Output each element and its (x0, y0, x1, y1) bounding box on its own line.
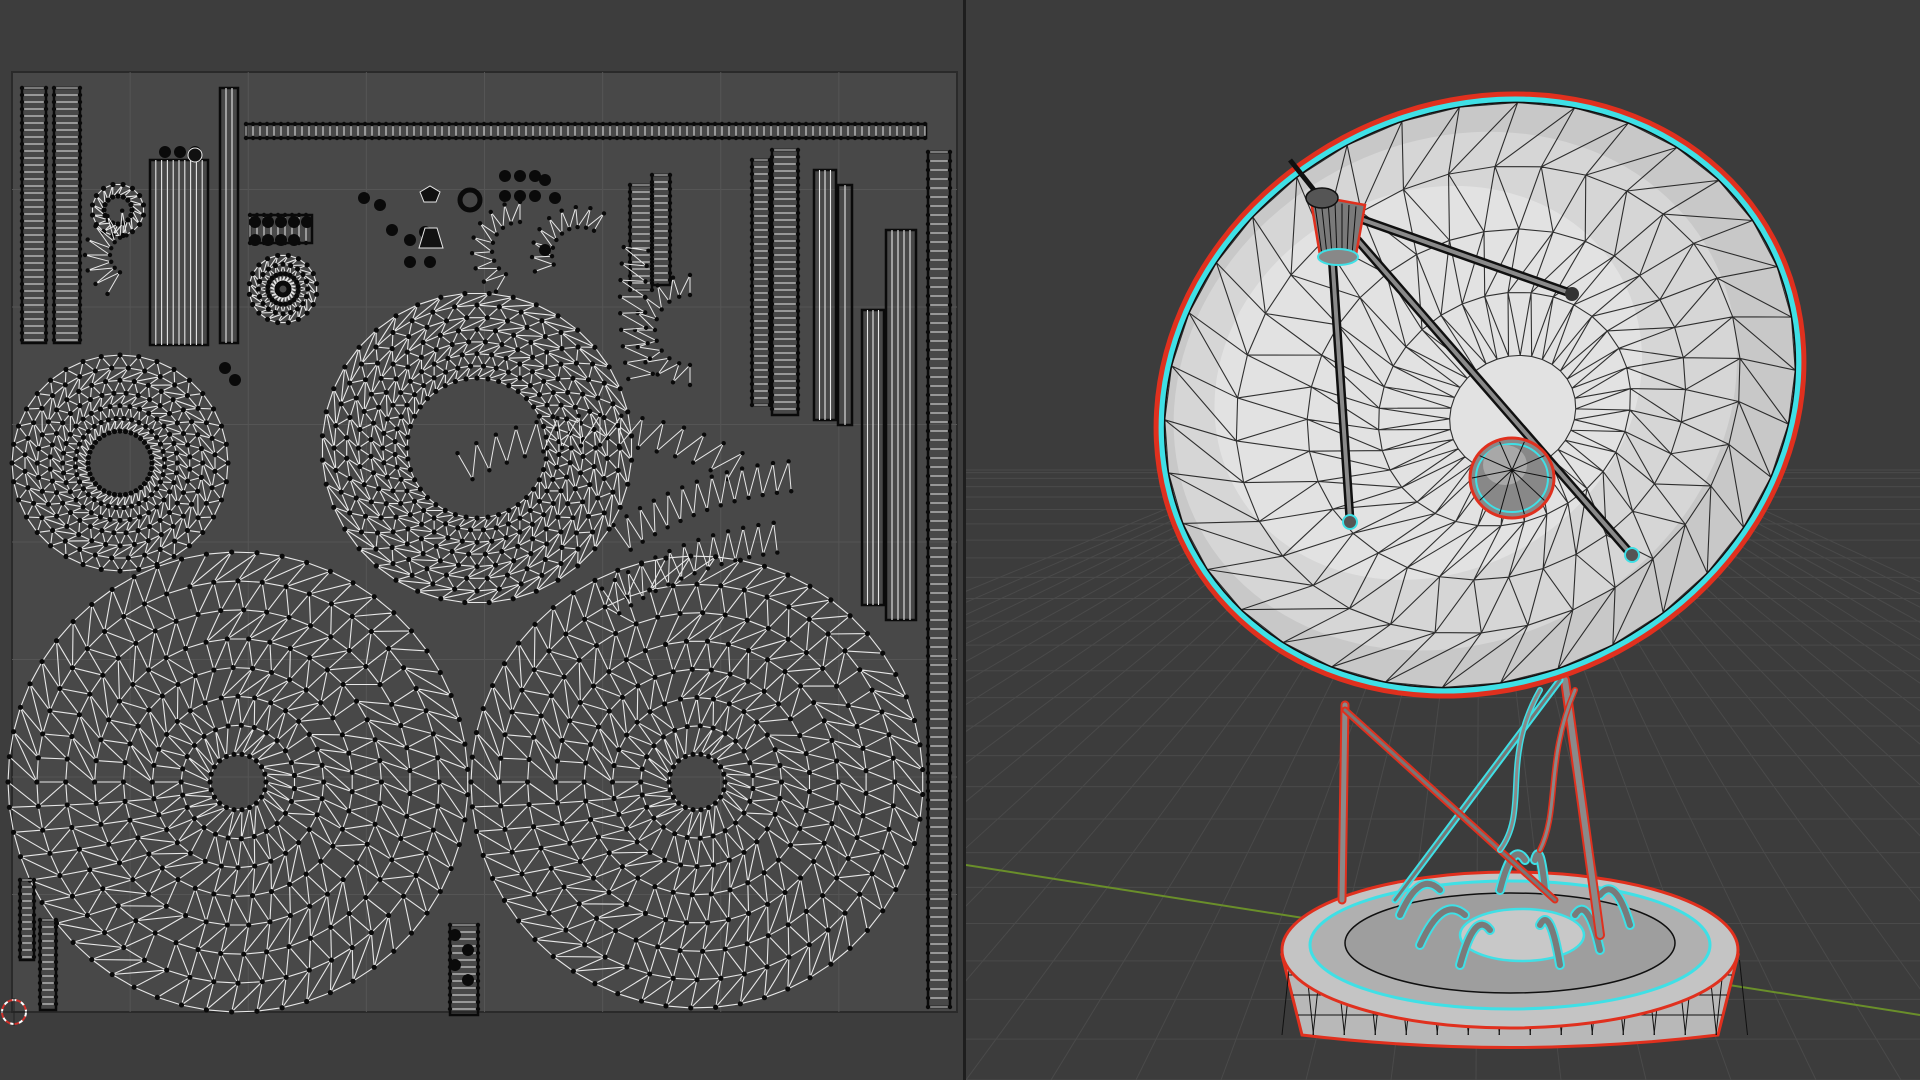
viewport-canvas[interactable] (966, 0, 1920, 1080)
blender-workspace (0, 0, 1920, 1080)
3d-viewport-panel[interactable] (966, 0, 1920, 1080)
dish-center-hub[interactable] (1468, 436, 1556, 520)
uv-editor-panel[interactable] (0, 0, 963, 1080)
uv-canvas[interactable] (0, 0, 963, 1080)
dish-base[interactable] (1280, 849, 1748, 1049)
